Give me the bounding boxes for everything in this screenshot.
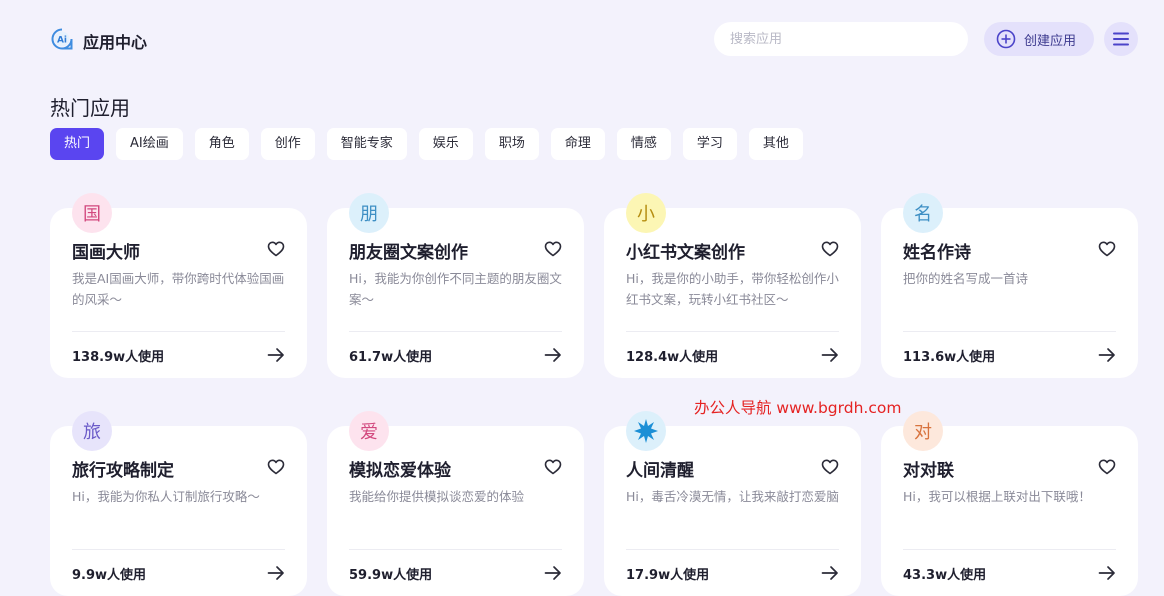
search-input[interactable] (714, 22, 968, 56)
app-card[interactable]: 名 姓名作诗 把你的姓名写成一首诗 113.6w人使用 (881, 193, 1138, 378)
arrow-right-icon[interactable] (821, 565, 839, 581)
app-title: 姓名作诗 (903, 243, 971, 263)
tab-study[interactable]: 学习 (682, 128, 737, 160)
svg-text:Ai: Ai (57, 36, 67, 46)
tab-fortune[interactable]: 命理 (550, 128, 605, 160)
usage-count: 138.9w人使用 (72, 350, 165, 365)
arrow-right-icon[interactable] (821, 347, 839, 363)
menu-button[interactable] (1104, 22, 1138, 56)
tab-other[interactable]: 其他 (748, 128, 803, 160)
app-description: Hi，我可以根据上联对出下联哦！ (903, 489, 1091, 504)
tab-role[interactable]: 角色 (194, 128, 249, 160)
app-description: 我是AI国画大师，带你跨时代体验国画的风采～ (72, 271, 285, 307)
section-title: 热门应用 (50, 96, 130, 120)
app-description: Hi，毒舌冷漠无情，让我来敲打恋爱脑 (626, 489, 839, 504)
arrow-right-icon[interactable] (267, 565, 285, 581)
header: Ai 应用中心 创建应用 (0, 0, 1164, 80)
app-badge: 国 (72, 193, 112, 233)
create-app-button[interactable]: 创建应用 (984, 22, 1094, 56)
app-description: Hi，我是你的小助手，带你轻松创作小红书文案，玩转小红书社区～ (626, 271, 839, 307)
divider (626, 331, 839, 332)
arrow-right-icon[interactable] (267, 347, 285, 363)
app-title: 人间清醒 (626, 461, 694, 481)
heart-icon[interactable] (821, 240, 839, 258)
app-description: 把你的姓名写成一首诗 (903, 271, 1029, 286)
heart-icon[interactable] (267, 240, 285, 258)
app-card[interactable]: 朋 朋友圈文案创作 Hi，我能为你创作不同主题的朋友圈文案～ 61.7w人使用 (327, 193, 584, 378)
app-card[interactable]: 小 小红书文案创作 Hi，我是你的小助手，带你轻松创作小红书文案，玩转小红书社区… (604, 193, 861, 378)
usage-count: 61.7w人使用 (349, 350, 433, 365)
tab-expert[interactable]: 智能专家 (326, 128, 407, 160)
app-description: 我能给你提供模拟谈恋爱的体验 (349, 489, 525, 504)
watermark-text: 办公人导航 www.bgrdh.com (694, 399, 902, 417)
tab-workplace[interactable]: 职场 (484, 128, 539, 160)
heart-icon[interactable] (1098, 240, 1116, 258)
divider (626, 549, 839, 550)
sparkle-burst-icon (634, 419, 658, 443)
arrow-right-icon[interactable] (1098, 347, 1116, 363)
arrow-right-icon[interactable] (1098, 565, 1116, 581)
heart-icon[interactable] (544, 458, 562, 476)
ai-logo-icon: Ai (51, 28, 73, 50)
app-title: 应用中心 (83, 33, 148, 52)
arrow-right-icon[interactable] (544, 565, 562, 581)
divider (72, 331, 285, 332)
app-description: Hi，我能为你私人订制旅行攻略～ (72, 489, 260, 504)
divider (903, 331, 1116, 332)
usage-count: 17.9w人使用 (626, 568, 710, 583)
app-card[interactable]: 对 对对联 Hi，我可以根据上联对出下联哦！ 43.3w人使用 (881, 411, 1138, 596)
tab-emotion[interactable]: 情感 (616, 128, 671, 160)
app-card[interactable]: 爱 模拟恋爱体验 我能给你提供模拟谈恋爱的体验 59.9w人使用 (327, 411, 584, 596)
divider (349, 549, 562, 550)
app-badge: 小 (626, 193, 666, 233)
divider (349, 331, 562, 332)
app-badge (626, 411, 666, 451)
menu-icon (1113, 32, 1129, 46)
category-tabs: 热门 AI绘画 角色 创作 智能专家 娱乐 职场 命理 情感 学习 其他 (50, 128, 815, 160)
tab-ai-painting[interactable]: AI绘画 (116, 128, 183, 160)
app-title: 朋友圈文案创作 (349, 243, 468, 263)
app-badge: 名 (903, 193, 943, 233)
heart-icon[interactable] (1098, 458, 1116, 476)
app-badge: 爱 (349, 411, 389, 451)
usage-count: 59.9w人使用 (349, 568, 433, 583)
app-card[interactable]: 人间清醒 Hi，毒舌冷漠无情，让我来敲打恋爱脑 17.9w人使用 (604, 411, 861, 596)
divider (72, 549, 285, 550)
app-badge: 对 (903, 411, 943, 451)
app-card[interactable]: 旅 旅行攻略制定 Hi，我能为你私人订制旅行攻略～ 9.9w人使用 (50, 411, 307, 596)
arrow-right-icon[interactable] (544, 347, 562, 363)
app-title: 模拟恋爱体验 (349, 461, 451, 481)
tab-creation[interactable]: 创作 (260, 128, 315, 160)
tab-hot[interactable]: 热门 (50, 128, 105, 160)
heart-icon[interactable] (267, 458, 285, 476)
heart-icon[interactable] (821, 458, 839, 476)
divider (903, 549, 1116, 550)
usage-count: 128.4w人使用 (626, 350, 719, 365)
app-title: 小红书文案创作 (626, 243, 745, 263)
plus-circle-icon (996, 29, 1016, 49)
usage-count: 43.3w人使用 (903, 568, 987, 583)
app-title: 旅行攻略制定 (72, 461, 174, 481)
app-badge: 朋 (349, 193, 389, 233)
heart-icon[interactable] (544, 240, 562, 258)
app-description: Hi，我能为你创作不同主题的朋友圈文案～ (349, 271, 562, 307)
app-title: 对对联 (903, 461, 954, 481)
create-app-label: 创建应用 (1024, 33, 1077, 49)
tab-entertainment[interactable]: 娱乐 (418, 128, 473, 160)
usage-count: 113.6w人使用 (903, 350, 996, 365)
app-title: 国画大师 (72, 243, 140, 263)
app-card[interactable]: 国 国画大师 我是AI国画大师，带你跨时代体验国画的风采～ 138.9w人使用 (50, 193, 307, 378)
usage-count: 9.9w人使用 (72, 568, 147, 583)
app-badge: 旅 (72, 411, 112, 451)
